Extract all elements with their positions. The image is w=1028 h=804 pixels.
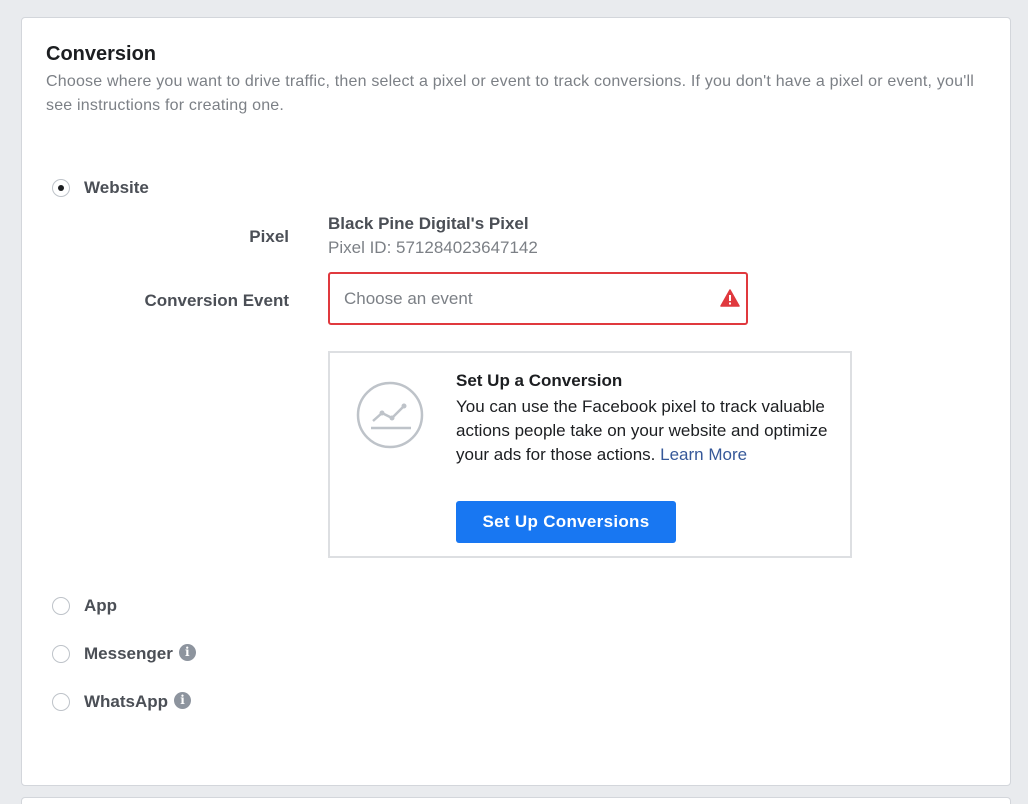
website-label[interactable]: Website [84,178,149,198]
setup-body: You can use the Facebook pixel to track … [456,397,828,464]
messenger-label[interactable]: Messenger [84,644,173,664]
pixel-label: Pixel [249,227,289,246]
learn-more-link[interactable]: Learn More [660,445,747,464]
set-up-conversions-button[interactable]: Set Up Conversions [456,501,676,543]
section-title: Conversion [46,43,157,65]
whatsapp-radio[interactable] [52,693,70,711]
line-chart-icon [356,381,424,449]
app-label[interactable]: App [84,596,117,616]
conversion-event-field[interactable] [328,272,748,325]
pixel-id: Pixel ID: 571284023647142 [328,238,538,257]
app-radio[interactable] [52,597,70,615]
app-option[interactable]: App [52,596,117,616]
conversion-event-label: Conversion Event [144,291,289,310]
messenger-option[interactable]: Messenger i [52,643,196,664]
warning-icon [720,289,740,307]
setup-description: You can use the Facebook pixel to track … [456,395,836,467]
website-option[interactable]: Website [52,178,149,198]
messenger-radio[interactable] [52,645,70,663]
website-radio[interactable] [52,179,70,197]
next-card-edge [21,797,1011,804]
section-description: Choose where you want to drive traffic, … [46,73,975,114]
setup-title: Set Up a Conversion [456,371,623,390]
info-icon[interactable]: i [178,643,196,661]
info-icon[interactable]: i [174,691,192,709]
conversion-card: Conversion Choose where you want to driv… [21,17,1011,786]
pixel-name: Black Pine Digital's Pixel [328,214,529,233]
whatsapp-label[interactable]: WhatsApp [84,692,168,712]
conversion-event-input[interactable] [344,288,704,310]
setup-conversion-box: Set Up a Conversion You can use the Face… [328,351,852,558]
whatsapp-option[interactable]: WhatsApp i [52,691,192,712]
